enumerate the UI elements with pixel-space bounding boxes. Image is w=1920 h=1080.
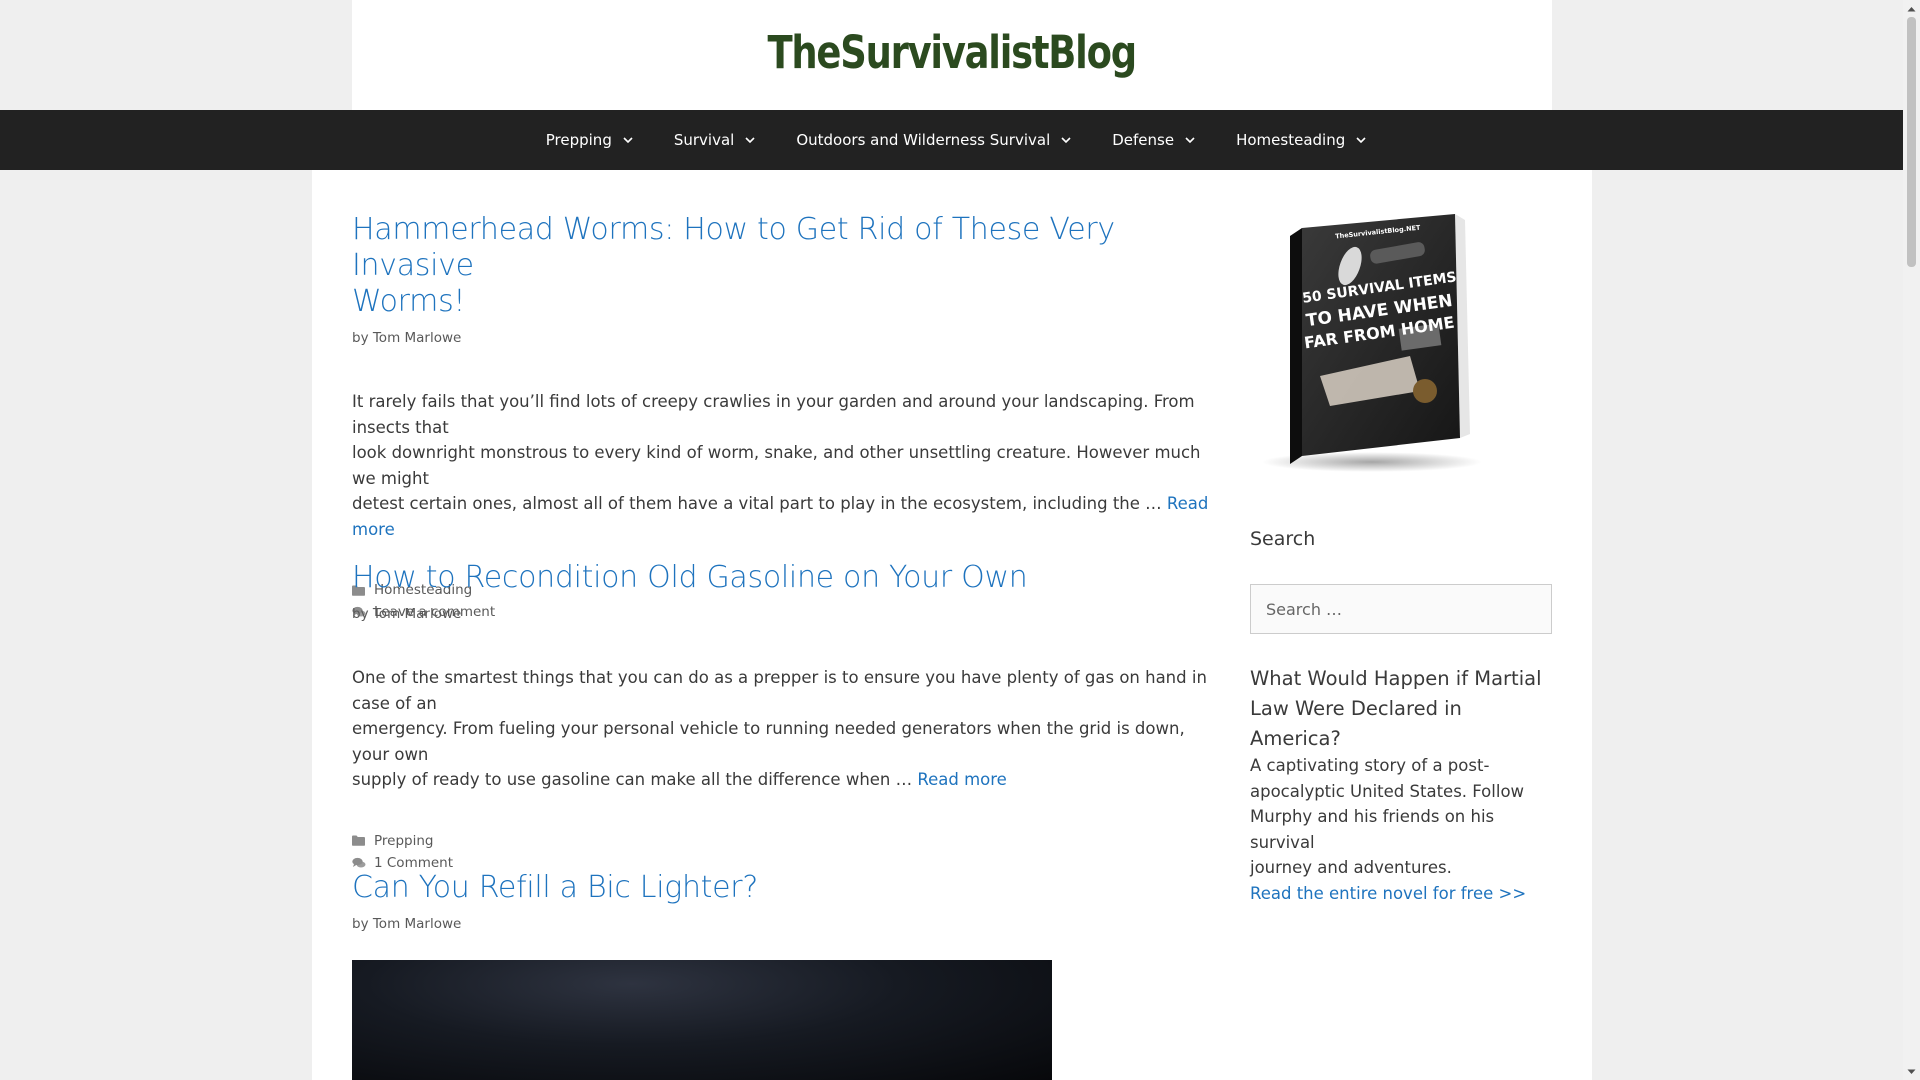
- promo-text-line: journey and adventures.: [1250, 858, 1452, 877]
- chevron-down-icon: [744, 134, 756, 146]
- post-byline: by Tom Marlowe: [352, 330, 1212, 346]
- folder-icon: [352, 834, 366, 848]
- post-title-link[interactable]: Can You Refill a Bic Lighter?: [352, 870, 1212, 906]
- excerpt-line: emergency. From fueling your personal ve…: [352, 719, 1185, 764]
- nav-item-homesteading[interactable]: Homesteading: [1216, 110, 1387, 170]
- byline-prefix: by: [352, 330, 369, 346]
- post-title-link[interactable]: How to Recondition Old Gasoline on Your …: [352, 560, 1212, 596]
- excerpt-line: It rarely fails that you’ll find lots of…: [352, 392, 1195, 437]
- byline-prefix: by: [352, 916, 369, 932]
- main-navigation: Prepping Survival Outdoors and Wildernes…: [0, 110, 1903, 170]
- post-title-line: How to Recondition Old Gasoline on Your …: [352, 560, 1028, 595]
- post-excerpt: It rarely fails that you’ll find lots of…: [352, 389, 1212, 542]
- chevron-down-icon: [1184, 134, 1196, 146]
- nav-item-label: Prepping: [545, 131, 612, 149]
- read-novel-link[interactable]: Read the entire novel for free >>: [1250, 884, 1526, 903]
- comments-link[interactable]: 1 Comment: [374, 855, 453, 871]
- read-more-link[interactable]: Read more: [917, 770, 1006, 789]
- nav-item-outdoors[interactable]: Outdoors and Wilderness Survival: [776, 110, 1092, 170]
- page-scrollbar[interactable]: [1903, 0, 1920, 1080]
- scroll-up-arrow-icon[interactable]: [1903, 0, 1920, 17]
- excerpt-line: detest certain ones, almost all of them …: [352, 494, 1162, 513]
- ebook-cover-image[interactable]: TheSurvivalistBlog.NET 50 SURVIVAL ITEMS…: [1260, 206, 1490, 476]
- author-link[interactable]: Tom Marlowe: [373, 916, 461, 932]
- featured-image[interactable]: [352, 960, 1052, 1080]
- author-link[interactable]: Tom Marlowe: [373, 330, 461, 346]
- post-excerpt: One of the smartest things that you can …: [352, 665, 1212, 793]
- post-byline: by Tom Marlowe: [352, 916, 1212, 932]
- comments-icon: [352, 856, 366, 870]
- promo-heading-line: Law Were Declared in America?: [1250, 697, 1462, 750]
- post-title-line: Hammerhead Worms: How to Get Rid of Thes…: [352, 212, 1115, 283]
- chevron-down-icon: [622, 134, 634, 146]
- nav-item-label: Homesteading: [1236, 131, 1346, 149]
- nav-item-defense[interactable]: Defense: [1092, 110, 1216, 170]
- author-link[interactable]: Tom Marlowe: [373, 606, 461, 622]
- promo-text-line: A captivating story of a post-: [1250, 756, 1490, 775]
- category-link[interactable]: Prepping: [374, 833, 433, 849]
- search-input[interactable]: [1250, 584, 1552, 634]
- post-byline: by Tom Marlowe: [352, 606, 1212, 622]
- byline-prefix: by: [352, 606, 369, 622]
- promo-heading: What Would Happen if Martial Law Were De…: [1250, 664, 1552, 754]
- post-title-link[interactable]: Hammerhead Worms: How to Get Rid of Thes…: [352, 212, 1212, 320]
- excerpt-line: One of the smartest things that you can …: [352, 668, 1207, 713]
- promo-text-line: Murphy and his friends on his survival: [1250, 807, 1495, 852]
- scrollbar-thumb[interactable]: [1907, 17, 1916, 267]
- nav-item-survival[interactable]: Survival: [654, 110, 776, 170]
- post-article: Can You Refill a Bic Lighter? by Tom Mar…: [352, 870, 1212, 1080]
- site-header: TheSurvivalistBlog: [352, 0, 1552, 110]
- promo-heading-line: What Would Happen if Martial: [1250, 667, 1542, 690]
- post-meta: Prepping 1 Comment: [352, 830, 1212, 874]
- post-category: Prepping: [352, 830, 1212, 852]
- search-widget-title: Search: [1250, 528, 1316, 550]
- excerpt-line: look downright monstrous to every kind o…: [352, 443, 1201, 488]
- nav-menu: Prepping Survival Outdoors and Wildernes…: [526, 110, 1387, 170]
- content-container: Hammerhead Worms: How to Get Rid of Thes…: [312, 170, 1592, 1080]
- post-title-line: Can You Refill a Bic Lighter?: [352, 870, 758, 905]
- chevron-down-icon: [1060, 134, 1072, 146]
- scroll-down-arrow-icon[interactable]: [1903, 1063, 1920, 1080]
- post-article: How to Recondition Old Gasoline on Your …: [352, 560, 1212, 874]
- post-title-line: Worms!: [352, 284, 466, 319]
- nav-item-label: Outdoors and Wilderness Survival: [796, 131, 1051, 149]
- excerpt-line: supply of ready to use gasoline can make…: [352, 770, 913, 789]
- promo-text: A captivating story of a post- apocalypt…: [1250, 753, 1552, 881]
- chevron-down-icon: [1355, 134, 1367, 146]
- site-title[interactable]: TheSurvivalistBlog: [768, 26, 1138, 79]
- nav-item-label: Survival: [673, 131, 735, 149]
- nav-item-label: Defense: [1112, 131, 1175, 149]
- nav-item-prepping[interactable]: Prepping: [526, 110, 654, 170]
- promo-text-line: apocalyptic United States. Follow: [1250, 781, 1525, 801]
